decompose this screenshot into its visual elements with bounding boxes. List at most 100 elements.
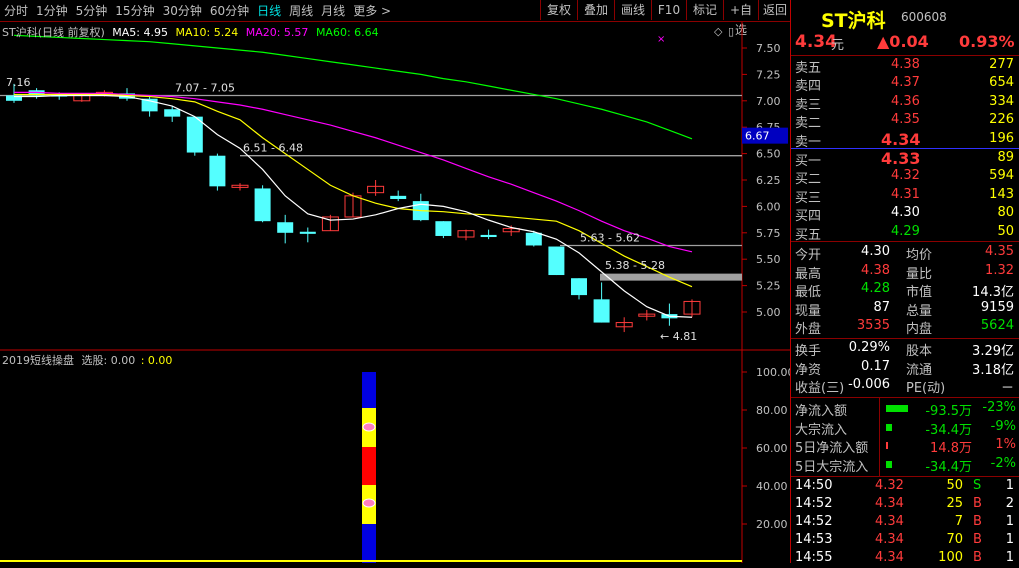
ma10-label: MA10: 5.24 xyxy=(175,26,239,39)
stat-label: 今开 xyxy=(795,248,822,263)
fin-value: 3.18亿 xyxy=(972,362,1014,378)
fin-value: 0.29% xyxy=(848,340,890,355)
adjust-button[interactable]: 复权 xyxy=(540,0,577,20)
period-tab-more[interactable]: 更多 > xyxy=(349,2,395,19)
fin-label: 换手 xyxy=(795,344,822,359)
period-tab-daily[interactable]: 日线 xyxy=(253,2,285,19)
ask-volume: 334 xyxy=(989,93,1014,109)
chart-scroll-icon[interactable]: ▯ xyxy=(728,25,734,38)
bid-volume: 50 xyxy=(997,223,1014,239)
flow-label: 5日净流入额 xyxy=(795,441,869,456)
bid-row[interactable]: 买五 4.29 50 xyxy=(791,223,1019,243)
candle-body xyxy=(480,234,497,238)
bid-row[interactable]: 买三 4.31 143 xyxy=(791,186,1019,206)
period-tab-15min[interactable]: 15分钟 xyxy=(111,2,158,19)
flow-label: 5日大宗流入 xyxy=(795,459,869,475)
bid-row[interactable]: 买二 4.32 594 xyxy=(791,168,1019,187)
quote-header: ST沪科 600608 xyxy=(791,6,1019,32)
kline-chart[interactable]: 7.507.257.006.756.506.256.005.755.505.25… xyxy=(0,22,790,563)
ma5-label: MA5: 4.95 xyxy=(112,26,168,39)
bid-volume: 594 xyxy=(989,168,1014,184)
price-change-pct: 0.93% xyxy=(959,32,1015,51)
ma20-label: MA20: 5.57 xyxy=(245,26,309,39)
ma60-label: MA60: 6.64 xyxy=(315,26,379,39)
fin-row: 收益(三) -0.006 PE(动) － xyxy=(791,377,1019,396)
tick-price: 4.34 xyxy=(875,532,904,547)
tick-count: 1 xyxy=(1005,478,1014,493)
ask-row[interactable]: 卖三 4.36 334 xyxy=(791,93,1019,113)
signal-bar-segment xyxy=(362,447,376,485)
overlay-button[interactable]: 叠加 xyxy=(577,0,614,20)
tick-row: 14:50 4.32 50 S 1 xyxy=(791,478,1019,496)
bid-price: 4.31 xyxy=(891,186,920,202)
price-annotation: ← 4.81 xyxy=(660,330,697,343)
ask-price: 4.36 xyxy=(891,93,920,109)
flow-bar xyxy=(886,423,892,431)
price-row: 4.34 元 ▲0.04 0.93% xyxy=(791,32,1019,53)
ask-price: 4.37 xyxy=(891,75,920,91)
period-tab-1min[interactable]: 1分钟 xyxy=(32,2,72,19)
back-button[interactable]: 返回 xyxy=(758,0,791,20)
f10-button[interactable]: F10 xyxy=(651,0,686,20)
chart-title: ST沪科(日线 前复权) xyxy=(2,26,105,39)
candle-body xyxy=(593,299,610,323)
ask-row[interactable]: 卖二 4.35 226 xyxy=(791,112,1019,131)
period-tab-60min[interactable]: 60分钟 xyxy=(206,2,253,19)
bid-volume: 89 xyxy=(997,150,1014,165)
fin-label: 股本 xyxy=(906,344,933,359)
price-change: ▲0.04 xyxy=(877,32,929,51)
candle-body xyxy=(390,195,407,200)
stat-value: 4.30 xyxy=(861,244,890,259)
divider xyxy=(791,55,1019,56)
y-tick-label: 6.50 xyxy=(756,148,781,161)
tick-row: 14:52 4.34 7 B 1 xyxy=(791,514,1019,532)
candle-body xyxy=(571,278,587,296)
ask-price: 4.35 xyxy=(891,112,920,128)
divider xyxy=(791,241,1019,242)
sub-y-tick-label: 100.00 xyxy=(756,366,790,379)
period-tab-monthly[interactable]: 月线 xyxy=(317,2,349,19)
stat-row: 最高 4.38 量比 1.32 xyxy=(791,263,1019,282)
flow-value: -34.4万 xyxy=(925,459,972,475)
tick-price: 4.34 xyxy=(875,496,904,511)
bid-label: 买三 xyxy=(795,190,822,206)
flow-value: -34.4万 xyxy=(925,422,972,438)
ask-row[interactable]: 卖一 4.34 196 xyxy=(791,129,1019,150)
add-watchlist-button[interactable]: +自选 xyxy=(723,0,758,37)
sub-y-tick-label: 20.00 xyxy=(756,518,788,531)
stat-row: 最低 4.28 市值 14.3亿 xyxy=(791,281,1019,300)
ask-row[interactable]: 卖五 4.38 277 xyxy=(791,57,1019,76)
mark-button[interactable]: 标记 xyxy=(686,0,723,20)
y-tick-label: 5.25 xyxy=(756,280,781,293)
bid-price: 4.32 xyxy=(891,168,920,184)
fin-label: 收益(三) xyxy=(795,381,845,396)
y-tick-label: 6.00 xyxy=(756,200,781,213)
ask-row[interactable]: 卖四 4.37 654 xyxy=(791,75,1019,94)
tick-volume: 7 xyxy=(954,514,963,529)
bid-row[interactable]: 买一 4.33 89 xyxy=(791,149,1019,169)
price-annotation: 7.07 - 7.05 xyxy=(175,82,235,95)
signal-bar-segment xyxy=(362,524,376,563)
flow-value: -93.5万 xyxy=(925,404,972,419)
bid-volume: 80 xyxy=(997,205,1014,221)
signal-marker-icon xyxy=(362,498,376,508)
candle-body xyxy=(277,222,294,233)
bid-row[interactable]: 买四 4.30 80 xyxy=(791,205,1019,224)
fin-value: 0.17 xyxy=(861,358,890,374)
period-tab-5min[interactable]: 5分钟 xyxy=(72,2,112,19)
period-tab-30min[interactable]: 30分钟 xyxy=(159,2,206,19)
stat-value: 3535 xyxy=(856,318,890,333)
sub-y-tick-label: 60.00 xyxy=(756,442,788,455)
stat-row: 外盘 3535 内盘 5624 xyxy=(791,318,1019,337)
chart-diamond-icon[interactable]: ◇ xyxy=(714,25,722,38)
stat-value: 5624 xyxy=(980,318,1014,333)
period-tab-weekly[interactable]: 周线 xyxy=(285,2,317,19)
tick-count: 2 xyxy=(1005,496,1014,511)
draw-line-button[interactable]: 画线 xyxy=(614,0,651,20)
period-tab-timeshare[interactable]: 分时 xyxy=(0,2,32,19)
close-x-icon[interactable]: × xyxy=(657,34,665,45)
y-tick-label: 6.25 xyxy=(756,174,781,187)
ask-price: 4.34 xyxy=(881,129,921,149)
tick-row: 14:52 4.34 25 B 2 xyxy=(791,496,1019,514)
ma10-line xyxy=(14,93,693,288)
